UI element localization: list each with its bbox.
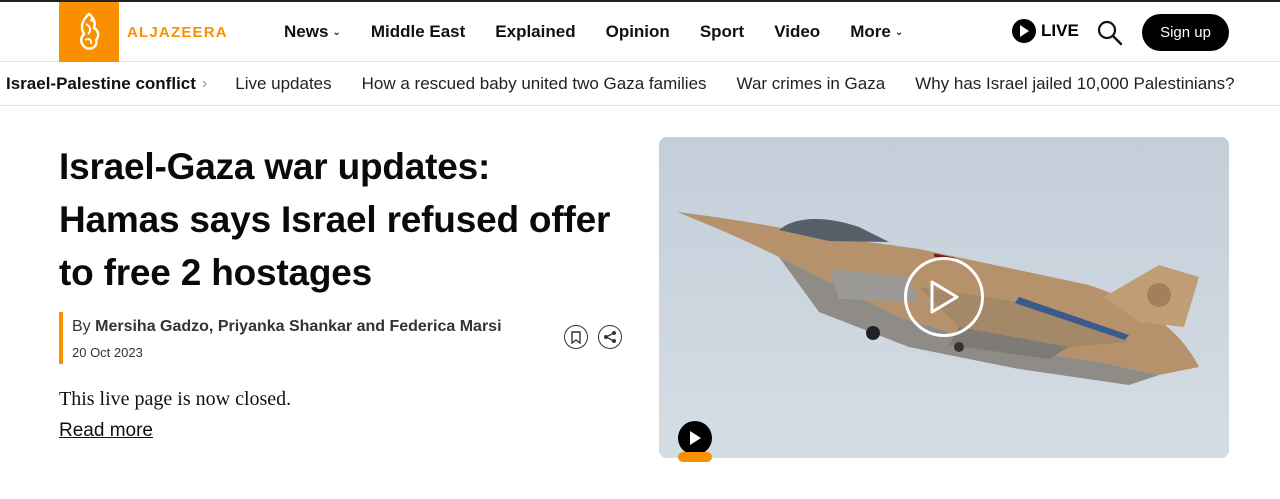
subnav-topic[interactable]: Israel-Palestine conflict › (6, 74, 207, 94)
logo-wordmark: ALJAZEERA (127, 23, 228, 41)
byline: By Mersiha Gadzo, Priyanka Shankar and F… (72, 318, 502, 335)
hero-video[interactable] (659, 137, 1229, 458)
site-header: ALJAZEERA News ⌄ Middle East Explained Op… (0, 2, 1280, 62)
search-icon[interactable] (1097, 20, 1123, 46)
byline-block: By Mersiha Gadzo, Priyanka Shankar and F… (59, 312, 539, 364)
live-closed-notice: This live page is now closed. (59, 388, 292, 410)
nav-item-opinion[interactable]: Opinion (606, 22, 670, 42)
play-icon[interactable] (678, 421, 712, 455)
bookmark-icon[interactable] (564, 325, 588, 349)
subnav-link-jailed-palestinians[interactable]: Why has Israel jailed 10,000 Palestinian… (915, 74, 1234, 94)
sign-up-button[interactable]: Sign up (1142, 14, 1229, 51)
subnav-link-live-updates[interactable]: Live updates (235, 74, 331, 94)
site-logo[interactable]: ALJAZEERA (59, 2, 228, 62)
chevron-down-icon: ⌄ (894, 26, 904, 38)
topic-subnav: Israel-Palestine conflict › Live updates … (0, 63, 1280, 106)
read-more-link[interactable]: Read more (59, 420, 153, 442)
subnav-link-rescued-baby[interactable]: How a rescued baby united two Gaza famil… (362, 74, 707, 94)
nav-item-explained[interactable]: Explained (495, 22, 575, 42)
nav-item-sport[interactable]: Sport (700, 22, 744, 42)
nav-item-news[interactable]: News ⌄ (284, 22, 341, 42)
video-indicator (678, 452, 712, 462)
live-button[interactable]: LIVE (1012, 19, 1079, 43)
play-icon (1012, 19, 1036, 43)
share-icon[interactable] (598, 325, 622, 349)
logo-mark-icon (59, 2, 119, 62)
byline-authors[interactable]: Mersiha Gadzo, Priyanka Shankar and Fede… (95, 318, 501, 335)
nav-item-middle-east[interactable]: Middle East (371, 22, 465, 42)
nav-item-more[interactable]: More ⌄ (850, 22, 903, 42)
publish-date: 20 Oct 2023 (72, 345, 143, 360)
main-nav: News ⌄ Middle East Explained Opinion Spor… (284, 2, 933, 62)
subnav-link-war-crimes[interactable]: War crimes in Gaza (737, 74, 886, 94)
chevron-right-icon: › (201, 75, 208, 92)
nav-item-video[interactable]: Video (774, 22, 820, 42)
chevron-down-icon: ⌄ (332, 26, 341, 38)
article-actions (564, 325, 632, 349)
article-headline: Israel-Gaza war updates: Hamas says Isra… (59, 146, 611, 293)
play-icon[interactable] (904, 257, 984, 337)
